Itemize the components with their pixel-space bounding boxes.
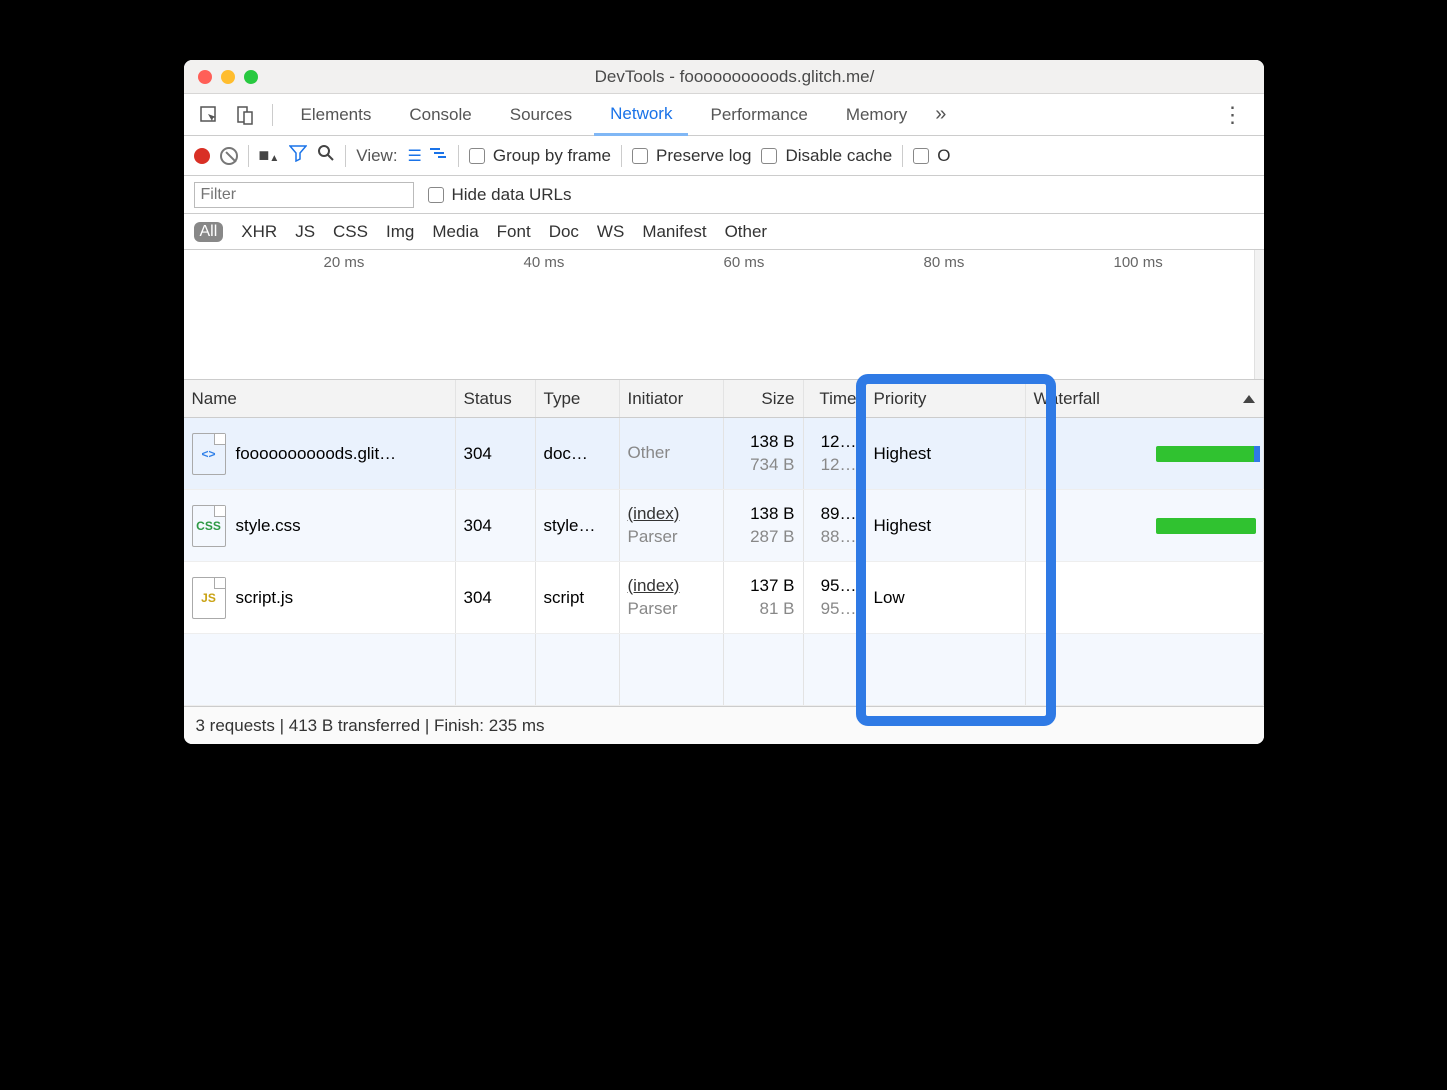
tab-performance[interactable]: Performance [694,94,823,136]
type-other[interactable]: Other [725,222,768,242]
table-row[interactable]: JSscript.js 304 script (index)Parser 137… [184,562,1264,634]
cell-initiator-link[interactable]: (index) [628,575,680,598]
hide-data-urls-checkbox[interactable]: Hide data URLs [428,185,572,205]
col-waterfall[interactable]: Waterfall [1026,380,1264,417]
overview-toggle-icon[interactable] [430,146,448,165]
type-img[interactable]: Img [386,222,414,242]
requests-table: Name Status Type Initiator Size Time Pri… [184,380,1264,706]
table-row[interactable]: <>foooooooooods.glit… 304 doc… Other 138… [184,418,1264,490]
resource-types-row: All XHR JS CSS Img Media Font Doc WS Man… [184,214,1264,250]
type-media[interactable]: Media [432,222,478,242]
ruler-tick: 20 ms [324,254,365,271]
traffic-lights [198,70,258,84]
request-name: style.css [236,516,301,536]
stylesheet-icon: CSS [192,505,226,547]
separator [345,145,346,167]
cell-status: 304 [456,490,536,561]
cell-status: 304 [456,562,536,633]
devtools-window: DevTools - foooooooooods.glitch.me/ Elem… [184,60,1264,744]
record-button[interactable] [194,148,210,164]
cell-priority: Low [866,562,1026,633]
col-type[interactable]: Type [536,380,620,417]
table-header-row: Name Status Type Initiator Size Time Pri… [184,380,1264,418]
col-size[interactable]: Size [724,380,804,417]
cell-type: doc… [536,418,620,489]
cell-waterfall [1026,490,1264,561]
col-initiator[interactable]: Initiator [620,380,724,417]
separator [248,145,249,167]
type-xhr[interactable]: XHR [241,222,277,242]
ruler-tick: 100 ms [1114,254,1163,271]
inspect-icon[interactable] [194,100,224,130]
cell-waterfall [1026,562,1264,633]
ruler-tick: 40 ms [524,254,565,271]
status-bar: 3 requests | 413 B transferred | Finish:… [184,706,1264,744]
document-icon: <> [192,433,226,475]
type-doc[interactable]: Doc [549,222,579,242]
close-window-button[interactable] [198,70,212,84]
network-toolbar: ■▲ View: ☰ Group by frame Preserve log D… [184,136,1264,176]
tab-sources[interactable]: Sources [494,94,588,136]
type-all[interactable]: All [194,222,224,242]
view-label: View: [356,146,397,166]
tab-console[interactable]: Console [393,94,487,136]
cell-type: style… [536,490,620,561]
col-priority[interactable]: Priority [866,380,1026,417]
cell-waterfall [1026,418,1264,489]
filter-input[interactable] [194,182,414,208]
status-text: 3 requests | 413 B transferred | Finish:… [196,716,545,736]
type-js[interactable]: JS [295,222,315,242]
script-icon: JS [192,577,226,619]
offline-checkbox[interactable]: O [913,146,950,166]
disable-cache-checkbox[interactable]: Disable cache [761,146,892,166]
overview-scrollbar[interactable] [1254,250,1264,379]
tab-elements[interactable]: Elements [285,94,388,136]
table-row-empty [184,634,1264,706]
more-tabs-icon[interactable]: » [929,103,952,126]
type-font[interactable]: Font [497,222,531,242]
tabs-row: Elements Console Sources Network Perform… [184,94,1264,136]
separator [458,145,459,167]
ruler-tick: 80 ms [924,254,965,271]
titlebar: DevTools - foooooooooods.glitch.me/ [184,60,1264,94]
device-toggle-icon[interactable] [230,100,260,130]
group-by-frame-checkbox[interactable]: Group by frame [469,146,611,166]
table-row[interactable]: CSSstyle.css 304 style… (index)Parser 13… [184,490,1264,562]
ruler-tick: 60 ms [724,254,765,271]
type-ws[interactable]: WS [597,222,624,242]
tab-memory[interactable]: Memory [830,94,923,136]
minimize-window-button[interactable] [221,70,235,84]
separator [902,145,903,167]
zoom-window-button[interactable] [244,70,258,84]
col-time[interactable]: Time [804,380,866,417]
cell-priority: Highest [866,418,1026,489]
cell-type: script [536,562,620,633]
filter-row: Hide data URLs [184,176,1264,214]
filter-toggle-icon[interactable] [289,144,307,167]
clear-button[interactable] [220,147,238,165]
large-rows-icon[interactable]: ☰ [408,146,420,166]
type-manifest[interactable]: Manifest [642,222,706,242]
tab-network[interactable]: Network [594,94,688,136]
cell-initiator: Other [628,442,671,465]
sort-indicator-icon [1243,395,1255,403]
cell-status: 304 [456,418,536,489]
request-name: script.js [236,588,294,608]
cell-priority: Highest [866,490,1026,561]
cell-initiator-link[interactable]: (index) [628,503,680,526]
col-status[interactable]: Status [456,380,536,417]
separator [272,104,273,126]
preserve-log-checkbox[interactable]: Preserve log [632,146,751,166]
separator [621,145,622,167]
search-icon[interactable] [317,144,335,167]
type-css[interactable]: CSS [333,222,368,242]
request-name: foooooooooods.glit… [236,444,397,464]
kebab-menu-icon[interactable]: ⋮ [1214,102,1254,128]
timeline-overview[interactable]: 20 ms 40 ms 60 ms 80 ms 100 ms [184,250,1264,380]
window-title: DevTools - foooooooooods.glitch.me/ [270,67,1200,87]
screenshot-icon[interactable]: ■▲ [259,145,280,166]
col-name[interactable]: Name [184,380,456,417]
